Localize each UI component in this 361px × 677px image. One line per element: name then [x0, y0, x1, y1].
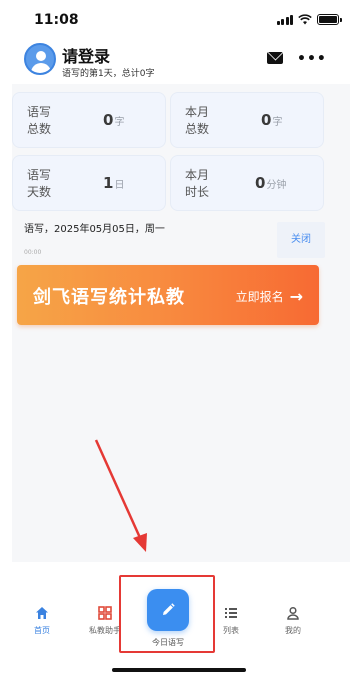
arrow-right-icon: →: [289, 287, 303, 306]
stat-card-days: 语写 天数 1日: [12, 155, 166, 211]
more-icon[interactable]: •••: [297, 51, 327, 67]
close-button[interactable]: 关闭: [277, 222, 325, 258]
login-title[interactable]: 请登录: [62, 43, 110, 67]
stat-value: 0字: [261, 111, 283, 129]
status-time: 11:08: [34, 12, 79, 28]
wifi-icon: [298, 14, 312, 25]
signal-icon: [276, 14, 293, 25]
stat-card-month-words: 本月 总数 0字: [170, 92, 324, 148]
mail-icon[interactable]: [267, 52, 283, 64]
battery-icon: [317, 14, 342, 25]
login-subtitle: 语写的第1天，总计0字: [62, 69, 155, 79]
stat-card-month-duration: 本月 时长 0分钟: [170, 155, 324, 211]
status-bar: 11:08: [0, 0, 361, 38]
stat-label: 语写 天数: [27, 168, 52, 199]
date-line: 语写，2025年05月05日，周一: [24, 224, 165, 235]
stat-unit: 字: [272, 117, 283, 128]
stat-label: 本月 总数: [185, 105, 210, 136]
elapsed-time: 00:00: [24, 249, 42, 256]
stat-unit: 分钟: [266, 180, 287, 191]
stat-label: 语写 总数: [27, 105, 52, 136]
tab-home[interactable]: 首页: [12, 606, 72, 636]
tab-label: 我的: [285, 626, 301, 635]
banner-cta[interactable]: 立即报名 →: [236, 287, 303, 306]
banner-title: 剑飞语写统计私教: [33, 287, 185, 308]
stat-value: 0分钟: [255, 174, 287, 192]
banner-cta-label: 立即报名: [235, 290, 284, 304]
home-indicator: [112, 668, 246, 672]
stat-unit: 日: [114, 180, 125, 191]
status-icons: [276, 14, 342, 25]
stat-value: 0字: [103, 111, 125, 129]
tab-profile[interactable]: 我的: [263, 606, 323, 636]
annotation-highlight-box: [119, 575, 215, 653]
stat-card-total-words: 语写 总数 0字: [12, 92, 166, 148]
user-icon: [263, 606, 323, 622]
stat-value: 1日: [103, 174, 125, 192]
home-icon: [12, 606, 72, 622]
header: 请登录 语写的第1天，总计0字 •••: [0, 38, 361, 84]
promo-banner[interactable]: 剑飞语写统计私教 立即报名 →: [17, 265, 319, 325]
stat-label: 本月 时长: [185, 168, 210, 199]
avatar[interactable]: [24, 43, 56, 75]
tab-label: 首页: [34, 626, 50, 635]
stat-unit: 字: [114, 117, 125, 128]
